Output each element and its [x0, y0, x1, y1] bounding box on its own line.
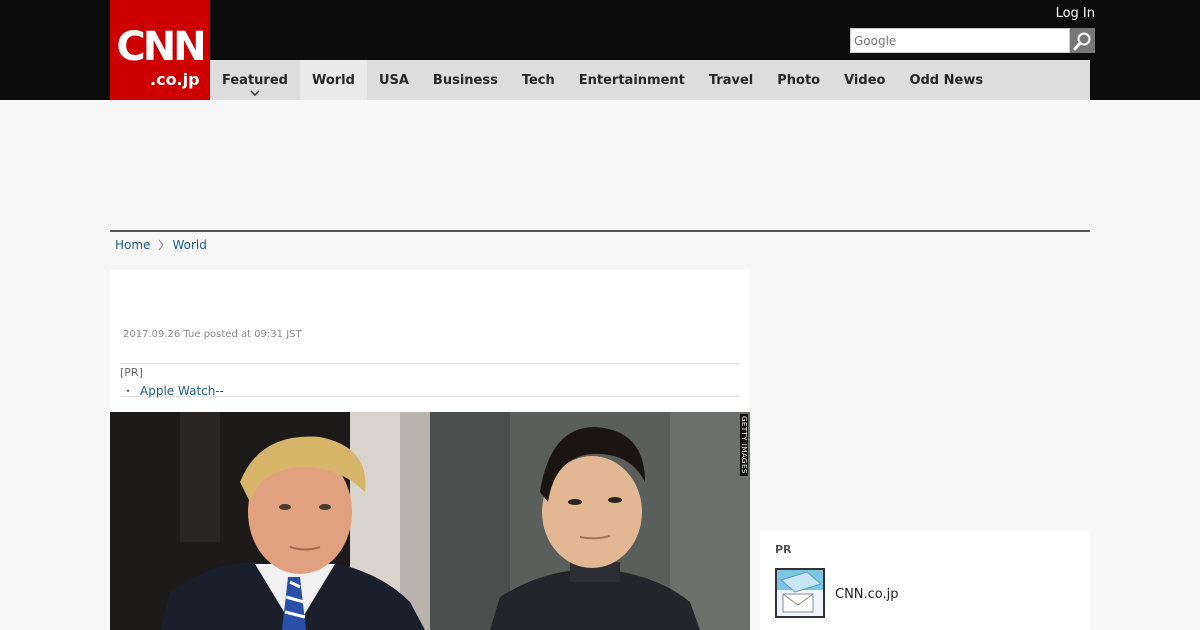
logo-main-text: CNN — [116, 24, 206, 70]
pr-label: [PR] — [120, 366, 143, 379]
article-card: 2017.09.26 Tue posted at 09:31 JST [PR] … — [110, 270, 750, 630]
sidebar-pr-label: PR — [775, 543, 792, 556]
search-form — [850, 28, 1095, 53]
sidebar-pr-box: PR CNN.co.jp — [760, 530, 1090, 630]
nav-item-label: Photo — [777, 72, 821, 88]
pr-bullet: ・ — [122, 384, 135, 398]
nav-item-label: Business — [432, 72, 498, 88]
nav-item-label: World — [311, 72, 355, 88]
breadcrumb: Home World — [115, 238, 207, 252]
chevron-right-icon — [158, 239, 165, 251]
nav-item-label: Travel — [708, 72, 754, 88]
section-divider — [110, 230, 1090, 232]
pr-link-text[interactable]: Apple Watch-- — [140, 384, 224, 398]
mail-icon — [777, 570, 823, 613]
sidebar-pr-name[interactable]: CNN.co.jp — [835, 587, 899, 602]
nav-item-label: Entertainment — [578, 72, 685, 88]
article-photo-image — [110, 412, 750, 630]
nav-item-photo[interactable]: Photo — [765, 60, 832, 100]
search-button[interactable] — [1070, 28, 1095, 53]
sidebar-pr-thumbnail[interactable] — [775, 568, 825, 618]
nav-item-entertainment[interactable]: Entertainment — [567, 60, 697, 100]
nav-item-tech[interactable]: Tech — [510, 60, 567, 100]
breadcrumb-world[interactable]: World — [172, 238, 206, 252]
nav-item-label: USA — [378, 72, 409, 88]
search-icon — [1073, 32, 1090, 50]
login-link[interactable]: Log In — [1056, 6, 1095, 21]
article-dateline: 2017.09.26 Tue posted at 09:31 JST — [123, 329, 302, 340]
nav-item-label: Odd News — [909, 72, 984, 88]
nav-item-travel[interactable]: Travel — [697, 60, 765, 100]
nav-item-label: Tech — [521, 72, 555, 88]
main-nav: Featured World USA Business Tech Enterta… — [210, 60, 1090, 100]
nav-item-world[interactable]: World — [299, 60, 367, 100]
article-photo: GETTY IMAGES — [110, 412, 750, 630]
photo-credit: GETTY IMAGES — [740, 414, 748, 476]
nav-item-label: Video — [844, 72, 886, 88]
pr-link-item[interactable]: ・ Apple Watch-- — [122, 382, 224, 399]
logo-sub-text: .co.jp — [150, 70, 200, 89]
breadcrumb-home[interactable]: Home — [115, 238, 150, 252]
nav-item-odd-news[interactable]: Odd News — [897, 60, 995, 100]
search-input[interactable] — [850, 28, 1070, 53]
ad-banner-area — [110, 100, 1090, 230]
nav-item-usa[interactable]: USA — [367, 60, 421, 100]
nav-item-business[interactable]: Business — [421, 60, 510, 100]
nav-item-video[interactable]: Video — [832, 60, 897, 100]
chevron-down-icon — [250, 90, 260, 96]
nav-item-featured[interactable]: Featured — [210, 60, 300, 100]
cnn-logo[interactable]: CNN .co.jp — [110, 0, 210, 100]
nav-item-label: Featured — [222, 72, 288, 88]
pr-box: [PR] ・ Apple Watch-- — [120, 363, 740, 399]
